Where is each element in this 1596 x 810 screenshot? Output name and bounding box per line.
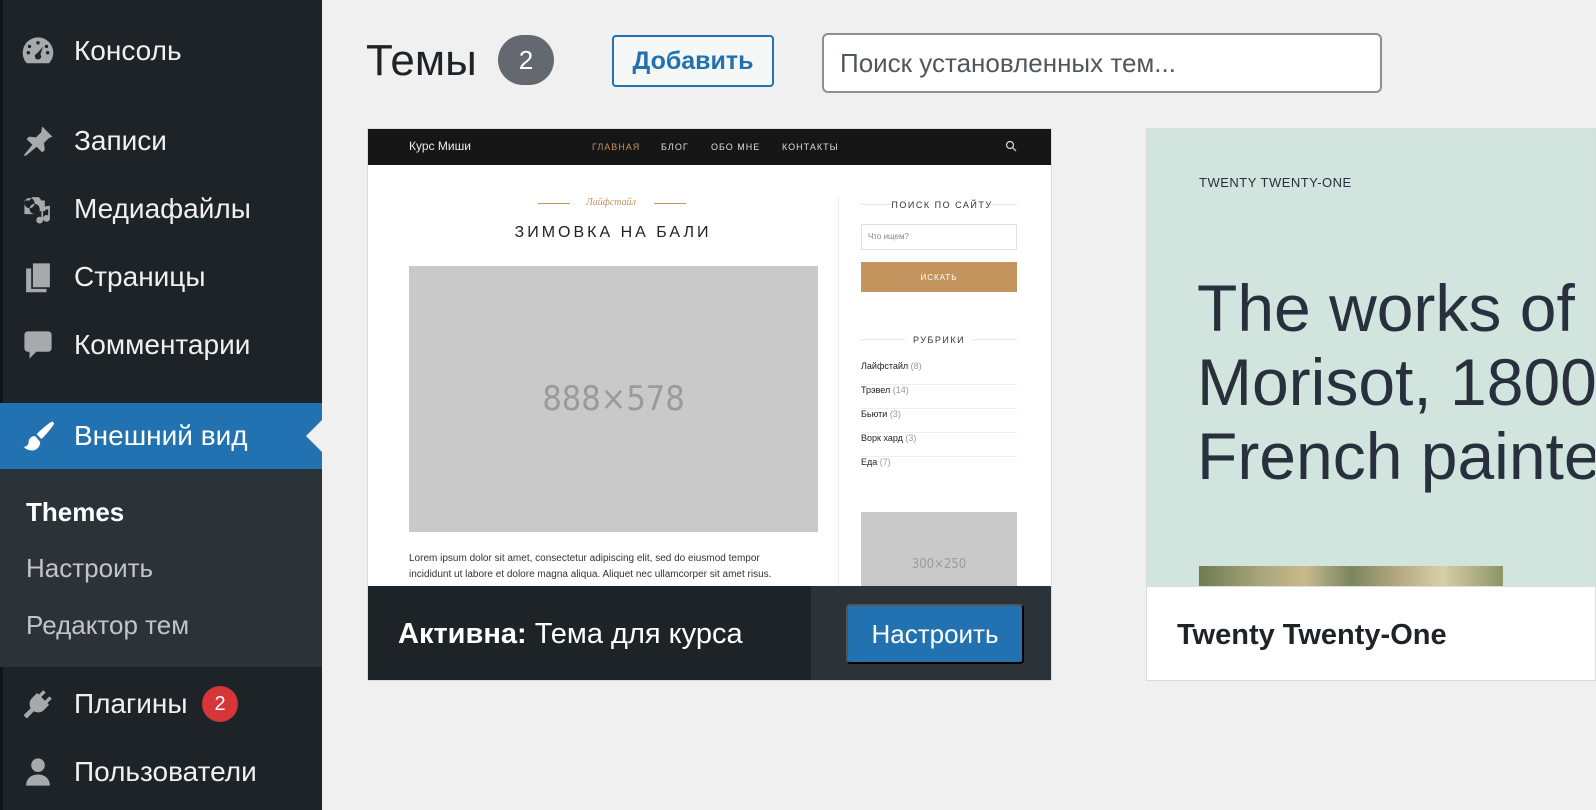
menu-label: Пользователи — [74, 756, 257, 787]
page-title: Темы — [366, 36, 477, 85]
preview-nav-item: ОБО МНЕ — [711, 142, 761, 152]
category-name: Ворк хард — [861, 433, 903, 443]
preview-excerpt: Lorem ipsum dolor sit amet, consectetur … — [409, 553, 772, 580]
dashboard-icon — [20, 33, 56, 69]
menu-item-media[interactable]: Медиафайлы — [0, 176, 322, 242]
menu-label: Комментарии — [74, 329, 251, 360]
preview-search-widget-title: ПОИСК ПО САЙТУ — [891, 200, 993, 210]
themes-count-badge: 2 — [498, 35, 554, 85]
theme-card-active[interactable]: Курс Миши ГЛАВНАЯ БЛОГ ОБО МНЕ КОНТАКТЫ … — [367, 128, 1052, 681]
theme-card-footer: Активна: Тема для курса Настроить — [368, 586, 1051, 680]
add-theme-button[interactable]: Добавить — [612, 35, 774, 87]
menu-item-comments[interactable]: Комментарии — [0, 312, 322, 378]
category-name: Еда — [861, 457, 878, 467]
preview-category-item: Лайфстайл (8) — [861, 361, 1017, 385]
category-count: (3) — [889, 409, 901, 419]
preview-divider — [538, 203, 570, 204]
admin-sidebar: Консоль Записи Медиафайлы Страницы Комме… — [0, 0, 322, 810]
category-count: (14) — [892, 385, 909, 395]
preview-divider — [991, 204, 1017, 205]
preview-categories-title: РУБРИКИ — [912, 335, 966, 345]
theme-screenshot: TWENTY TWENTY-ONE The works of Berthe Mo… — [1147, 129, 1596, 586]
menu-label: Страницы — [74, 261, 206, 292]
preview-site-name: Курс Миши — [409, 139, 471, 153]
menu-item-dashboard[interactable]: Консоль — [0, 18, 322, 84]
menu-label: Медиафайлы — [74, 193, 251, 224]
menu-item-pages[interactable]: Страницы — [0, 244, 322, 310]
plugin-icon — [20, 686, 56, 722]
theme-card-footer: Twenty Twenty-One — [1147, 586, 1595, 680]
customize-button[interactable]: Настроить — [846, 604, 1024, 664]
category-name: Лайфстайл — [861, 361, 909, 371]
preview-headline-line: The works of Berthe — [1197, 271, 1595, 345]
theme-name: Тема для курса — [534, 618, 743, 650]
media-icon — [20, 191, 56, 227]
active-theme-label: Активна: Тема для курса — [398, 618, 743, 651]
menu-item-posts[interactable]: Записи — [0, 108, 322, 174]
active-prefix: Активна: — [398, 618, 527, 650]
theme-screenshot: Курс Миши ГЛАВНАЯ БЛОГ ОБО МНЕ КОНТАКТЫ … — [368, 129, 1051, 586]
preview-divider — [654, 203, 686, 204]
preview-divider — [973, 339, 1017, 340]
menu-item-appearance[interactable]: Внешний вид — [0, 403, 322, 469]
category-count: (8) — [910, 361, 922, 371]
preview-site-label: TWENTY TWENTY-ONE — [1199, 175, 1352, 190]
pages-icon — [20, 259, 56, 295]
theme-name: Twenty Twenty-One — [1177, 619, 1447, 651]
menu-label: Плагины — [74, 688, 188, 719]
preview-image-placeholder: 888×578 — [409, 266, 818, 532]
preview-search-icon — [1005, 140, 1017, 152]
category-name: Бьюти — [861, 409, 888, 419]
preview-nav-item: БЛОГ — [661, 142, 689, 152]
category-count: (3) — [905, 433, 917, 443]
preview-search-button: ИСКАТЬ — [861, 262, 1017, 292]
appearance-submenu: Themes Настроить Редактор тем — [0, 469, 322, 667]
preview-nav-item: ГЛАВНАЯ — [592, 142, 641, 152]
user-icon — [20, 754, 56, 790]
category-count: (7) — [879, 457, 891, 467]
preview-headline-line: Morisot, 1800s-era — [1197, 345, 1596, 419]
preview-nav-item: КОНТАКТЫ — [782, 142, 839, 152]
theme-card-twenty-twenty-one[interactable]: TWENTY TWENTY-ONE The works of Berthe Mo… — [1146, 128, 1596, 681]
preview-category: Лайфстайл — [586, 197, 637, 208]
menu-item-users[interactable]: Пользователи — [0, 739, 322, 805]
preview-divider — [838, 197, 839, 586]
preview-category-item: Трэвел (14) — [861, 385, 1017, 409]
preview-search-input: Что ищем? — [861, 224, 1017, 250]
comment-icon — [20, 327, 56, 363]
preview-ad-placeholder: 300×250 — [861, 512, 1017, 586]
preview-headline-line: French painter — [1197, 419, 1596, 493]
category-name: Трэвел — [861, 385, 891, 395]
submenu-customize[interactable]: Настроить — [26, 553, 153, 584]
pushpin-icon — [20, 123, 56, 159]
menu-label: Консоль — [74, 35, 182, 66]
preview-category-item: Бьюти (3) — [861, 409, 1017, 433]
preview-category-item: Ворк хард (3) — [861, 433, 1017, 457]
preview-painting-image — [1199, 566, 1503, 586]
menu-label: Внешний вид — [74, 420, 248, 451]
menu-item-plugins[interactable]: Плагины 2 — [0, 671, 322, 737]
submenu-themes[interactable]: Themes — [26, 497, 124, 528]
search-themes-input[interactable] — [822, 33, 1382, 93]
preview-topbar: Курс Миши ГЛАВНАЯ БЛОГ ОБО МНЕ КОНТАКТЫ — [368, 129, 1051, 165]
preview-post-title: ЗИМОВКА НА БАЛИ — [514, 224, 712, 241]
menu-label: Записи — [74, 125, 167, 156]
paintbrush-icon — [20, 418, 56, 454]
preview-category-item: Еда (7) — [861, 457, 1017, 481]
submenu-theme-editor[interactable]: Редактор тем — [26, 610, 189, 641]
plugins-update-badge: 2 — [202, 686, 238, 722]
